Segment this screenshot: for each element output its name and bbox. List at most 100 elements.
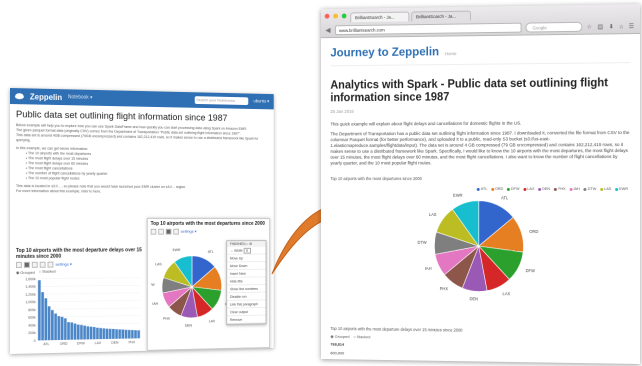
bar[interactable]	[45, 298, 48, 340]
pie-label-iah: IAH	[425, 266, 432, 271]
gridline	[38, 293, 141, 294]
bar[interactable]	[99, 328, 102, 339]
bar[interactable]	[64, 318, 67, 340]
grouped-toggle[interactable]: ◉ Grouped	[330, 334, 349, 339]
y-tick-label: 0	[34, 339, 36, 343]
delays-chart-section: Top 10 airports with the most departure …	[330, 326, 631, 360]
zeppelin-screenshot: Zeppelin Notebook ▾ Search your Notebook…	[10, 88, 274, 354]
bar[interactable]	[51, 310, 54, 340]
bar[interactable]	[106, 329, 109, 339]
app-name: Zeppelin	[30, 92, 62, 102]
bar[interactable]	[103, 328, 106, 339]
x-tick-label: DFW	[77, 341, 85, 345]
pie-label-den: DEN	[469, 296, 478, 301]
back-icon[interactable]: ◀	[325, 26, 332, 34]
notebook-title: Public data set outlining flight informa…	[16, 109, 268, 124]
browser-tab[interactable]: BrilliantSoarch - Ja...	[411, 11, 471, 22]
pie-view-button[interactable]	[32, 262, 38, 268]
notebook-menu[interactable]: Notebook ▾	[68, 94, 93, 100]
bar[interactable]	[112, 329, 115, 339]
x-tick-label: ORD	[60, 342, 68, 346]
bar[interactable]	[137, 330, 140, 338]
bar[interactable]	[41, 292, 44, 340]
bar-view-button[interactable]	[158, 229, 164, 235]
bar[interactable]	[70, 322, 73, 339]
browser-search-input[interactable]: Google	[526, 22, 583, 33]
pie-label-ewr: EWR	[173, 248, 181, 252]
bar[interactable]	[87, 326, 90, 339]
toolbar-icons[interactable]: ☆ ▤ ⬇ ⌂ ☰	[587, 23, 636, 31]
bar[interactable]	[77, 325, 80, 340]
gridline	[38, 285, 141, 286]
y-tick-label: 1,000k	[25, 300, 36, 304]
bar[interactable]	[61, 317, 64, 340]
gridline	[38, 300, 141, 301]
site-header: Journey to Zeppelin Home	[330, 34, 630, 66]
bar[interactable]	[93, 327, 96, 339]
zeppelin-logo-icon	[15, 93, 24, 99]
bar[interactable]	[58, 316, 61, 340]
stacked-toggle[interactable]: ○ Stacked	[353, 334, 370, 339]
pie-label-ewr: EWR	[453, 193, 462, 198]
bar[interactable]	[54, 313, 57, 340]
bar[interactable]	[74, 324, 77, 340]
line-view-button[interactable]	[48, 262, 54, 268]
bar[interactable]	[67, 322, 70, 340]
bar[interactable]	[83, 326, 86, 340]
home-link[interactable]: Home	[445, 51, 457, 56]
bar[interactable]	[38, 280, 41, 340]
pie-panel-title: Top 10 airports with the most departures…	[151, 221, 267, 227]
pie-view-button[interactable]	[166, 229, 172, 235]
bar[interactable]	[125, 330, 128, 339]
browser-tab-active[interactable]: BrilliantSoarch - Ja...	[350, 12, 409, 23]
bar[interactable]	[90, 327, 93, 340]
bar[interactable]	[122, 329, 125, 338]
y-axis-max-label: 768,814	[330, 342, 631, 351]
x-tick-label: LAX	[95, 341, 102, 345]
pie-label-dtw: DTW	[151, 283, 155, 287]
settings-link[interactable]: settings ▾	[55, 262, 71, 268]
gridline	[38, 278, 141, 279]
pie-label-dtw: DTW	[418, 240, 427, 245]
bar-panel-title: Top 10 airports with the most departure …	[16, 247, 144, 260]
bar-view-button[interactable]	[24, 262, 30, 268]
notebook-search-input[interactable]: Search your Notebooks	[195, 96, 248, 105]
bar[interactable]	[48, 306, 51, 340]
left-pie-chart: ATLORDDFWLAXDENPHXIAHDTWLASEWR	[151, 236, 235, 334]
browser-screenshot: BrilliantSoarch - Ja... BrilliantSoarch …	[321, 4, 640, 364]
site-title[interactable]: Journey to Zeppelin	[330, 44, 439, 59]
y-tick-label: 800k	[28, 308, 36, 312]
ctx-remove[interactable]: Remove	[227, 316, 265, 324]
bar[interactable]	[131, 330, 134, 338]
user-menu[interactable]: ubuntu ▾	[253, 98, 269, 104]
address-bar[interactable]: www.brilliantsearch.com	[335, 23, 522, 35]
y-tick-label: 1,200k	[25, 292, 36, 296]
bar[interactable]	[134, 330, 137, 338]
bar[interactable]	[115, 329, 118, 339]
post-date: 25 Jan 2016	[330, 107, 630, 114]
post-paragraph: This quick example will explain about fl…	[330, 120, 630, 128]
table-view-button[interactable]	[151, 229, 157, 235]
bar[interactable]	[96, 328, 99, 339]
bar[interactable]	[80, 325, 83, 340]
area-view-button[interactable]	[40, 262, 46, 268]
table-view-button[interactable]	[16, 262, 22, 268]
pie-chart-title: Top 10 airports with the most departures…	[330, 176, 630, 181]
browser-chrome: BrilliantSoarch - Ja... BrilliantSoarch …	[321, 4, 640, 38]
departure-delays-bar-chart: 1,600k 1,400k 1,200k 1,000k 800k 600k 400k 200k…	[16, 274, 144, 353]
minimize-window-icon[interactable]	[333, 13, 338, 18]
pie-label-atl: ATL	[208, 250, 214, 254]
post-title: Analytics with Spark - Public data set o…	[330, 77, 630, 105]
gridline	[38, 308, 141, 310]
pie-label-lax: LAX	[503, 291, 511, 296]
bar[interactable]	[118, 329, 121, 338]
pie-label-phx: PHX	[440, 286, 449, 291]
bar[interactable]	[128, 330, 131, 339]
area-view-button[interactable]	[173, 229, 179, 235]
close-window-icon[interactable]	[325, 13, 330, 18]
zoom-window-icon[interactable]	[342, 13, 347, 18]
settings-link[interactable]: settings ▾	[181, 229, 197, 235]
more-info: For more information about this example,…	[16, 189, 268, 195]
bar[interactable]	[109, 329, 112, 339]
pie-label-las: LAS	[155, 263, 162, 267]
